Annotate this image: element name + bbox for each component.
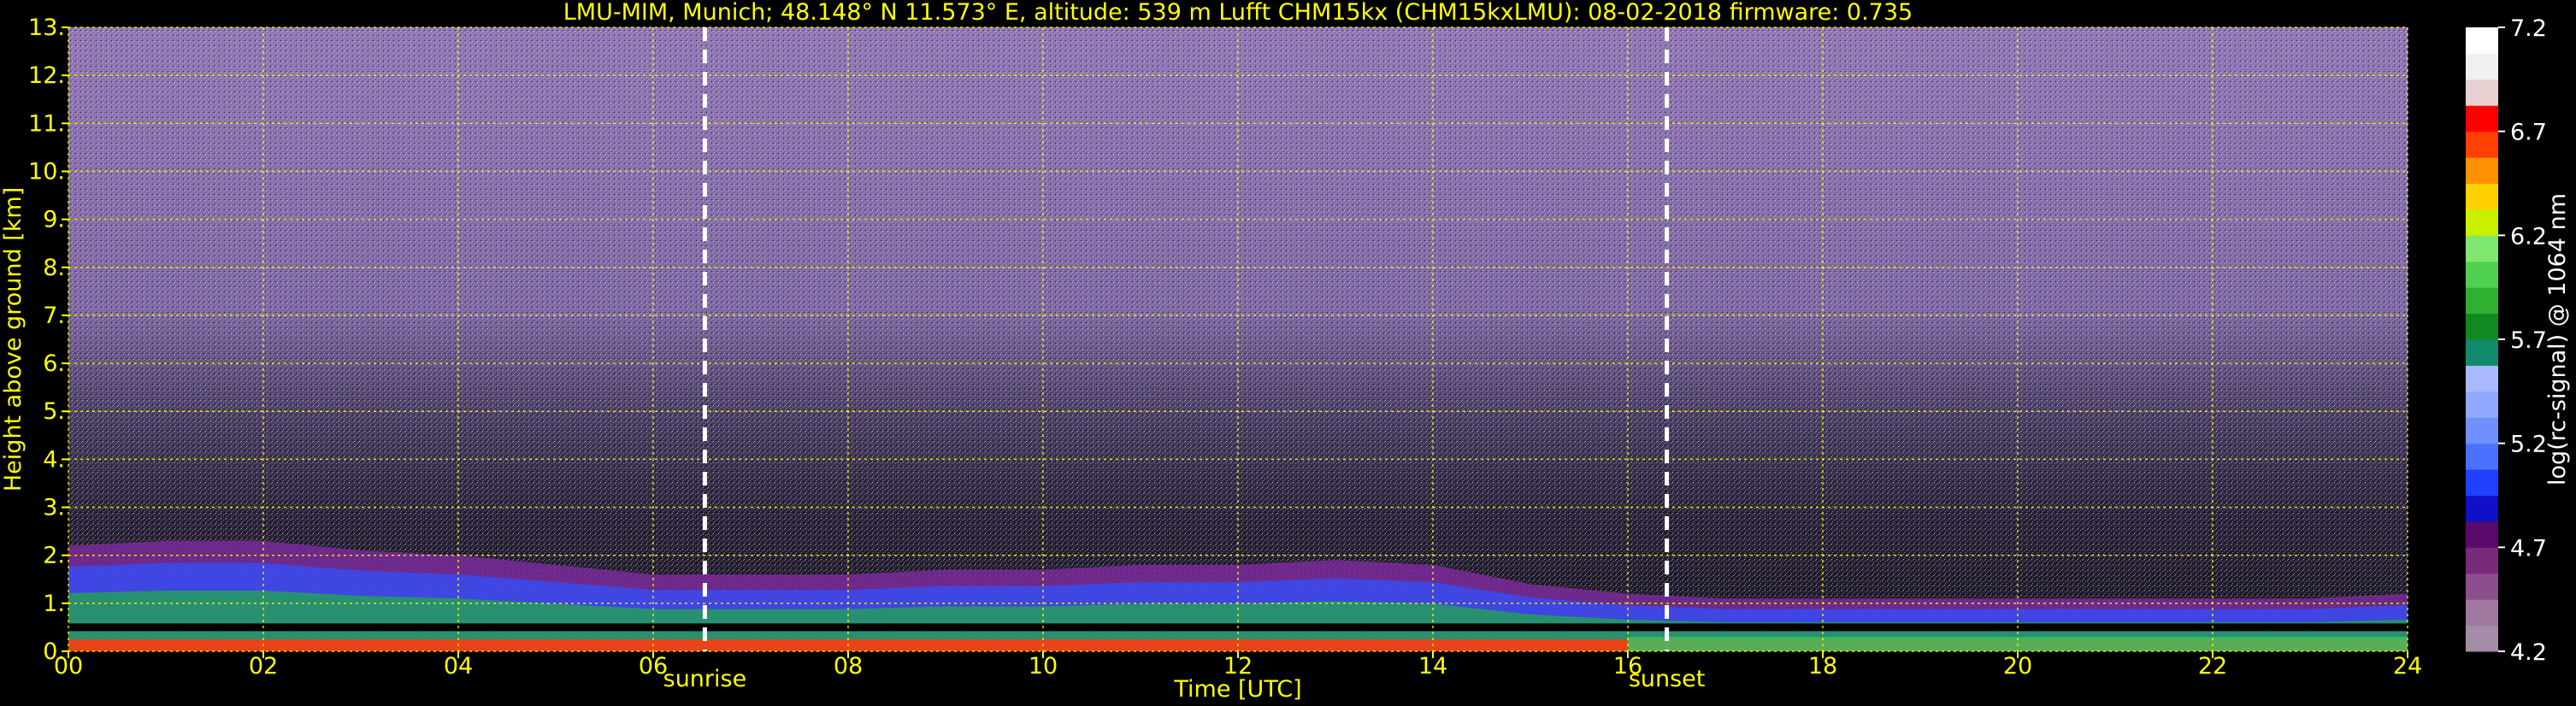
chart-title: LMU-MIM, Munich; 48.148° N 11.573° E, al… xyxy=(563,0,1913,26)
x-tick-label: 02 xyxy=(249,653,278,680)
y-tick-label: 9. xyxy=(43,207,65,233)
colorbar-label: log(rc-signal) @ 1064 nm xyxy=(2544,193,2571,485)
x-tick-label: 18 xyxy=(1808,653,1837,680)
colorbar-segment xyxy=(2466,53,2498,80)
y-axis-ticks: 0. 1. 2. 3. 4. 5. 6. 7. 8. 9. 10. 11. 12. 13. xyxy=(28,15,68,665)
colorbar-tick-label: 6.7 xyxy=(2510,120,2547,146)
x-tick-label: 22 xyxy=(2198,653,2227,680)
colorbar-segment xyxy=(2466,469,2498,496)
plot-area xyxy=(68,26,2408,652)
y-tick-label: 2. xyxy=(43,543,65,569)
colorbar-segment xyxy=(2466,365,2498,392)
y-axis-label: Height above ground [km] xyxy=(0,187,27,491)
colorbar-segment xyxy=(2466,131,2498,158)
y-tick-label: 1. xyxy=(43,591,65,617)
colorbar-segment xyxy=(2466,183,2498,210)
colorbar-segment xyxy=(2466,261,2498,288)
colorbar-segment xyxy=(2466,391,2498,418)
colorbar xyxy=(2466,27,2498,652)
colorbar-segment xyxy=(2466,495,2498,522)
colorbar-segment xyxy=(2466,443,2498,470)
y-tick-label: 11. xyxy=(28,110,65,137)
x-axis-label: Time [UTC] xyxy=(1173,676,1301,703)
y-tick-label: 13. xyxy=(28,15,65,41)
colorbar-segment xyxy=(2466,625,2498,652)
x-tick-label: 14 xyxy=(1418,653,1447,680)
colorbar-segment xyxy=(2466,157,2498,184)
colorbar-segment xyxy=(2466,547,2498,574)
colorbar-tick-label: 5.7 xyxy=(2510,327,2547,354)
y-tick-label: 0. xyxy=(43,638,65,665)
y-tick-label: 10. xyxy=(28,158,65,185)
colorbar-segment xyxy=(2466,339,2498,366)
x-tick-label: 04 xyxy=(444,653,473,680)
colorbar-segment xyxy=(2466,573,2498,600)
y-tick-label: 3. xyxy=(43,495,65,521)
y-tick-label: 6. xyxy=(43,350,65,377)
colorbar-segment xyxy=(2466,27,2498,54)
y-tick-label: 4. xyxy=(43,446,65,473)
colorbar-segment xyxy=(2466,521,2498,548)
colorbar-segment xyxy=(2466,599,2498,627)
ceilometer-chart: 00 02 04 06 08 10 12 14 16 18 20 22 24 0.1.2.3.4.5.6… xyxy=(0,0,2571,703)
colorbar-segment xyxy=(2466,105,2498,132)
colorbar-tick-label: 4.7 xyxy=(2510,535,2547,562)
x-tick-label: 10 xyxy=(1029,653,1058,680)
sunset-label: sunset xyxy=(1629,666,1706,692)
colorbar-segment xyxy=(2466,287,2498,315)
x-tick-label: 20 xyxy=(2003,653,2032,680)
y-tick-label: 5. xyxy=(43,398,65,425)
colorbar-segment xyxy=(2466,79,2498,106)
colorbar-segment xyxy=(2466,313,2498,340)
colorbar-segment xyxy=(2466,209,2498,236)
y-tick-label: 7. xyxy=(43,303,65,329)
y-tick-label: 12. xyxy=(28,62,65,89)
colorbar-tick-label: 6.2 xyxy=(2510,223,2547,250)
colorbar-segment xyxy=(2466,417,2498,444)
x-tick-label: 24 xyxy=(2393,653,2422,680)
y-tick-label: 8. xyxy=(43,255,65,281)
colorbar-segment xyxy=(2466,235,2498,262)
sunrise-label: sunrise xyxy=(663,666,747,692)
colorbar-ticks: 4.2 4.7 5.2 5.7 6.2 6.7 7.2 xyxy=(2498,15,2547,666)
colorbar-tick-label: 7.2 xyxy=(2510,15,2547,42)
colorbar-tick-label: 5.2 xyxy=(2510,432,2547,458)
x-tick-label: 08 xyxy=(834,653,863,680)
colorbar-tick-label: 4.2 xyxy=(2510,639,2547,666)
